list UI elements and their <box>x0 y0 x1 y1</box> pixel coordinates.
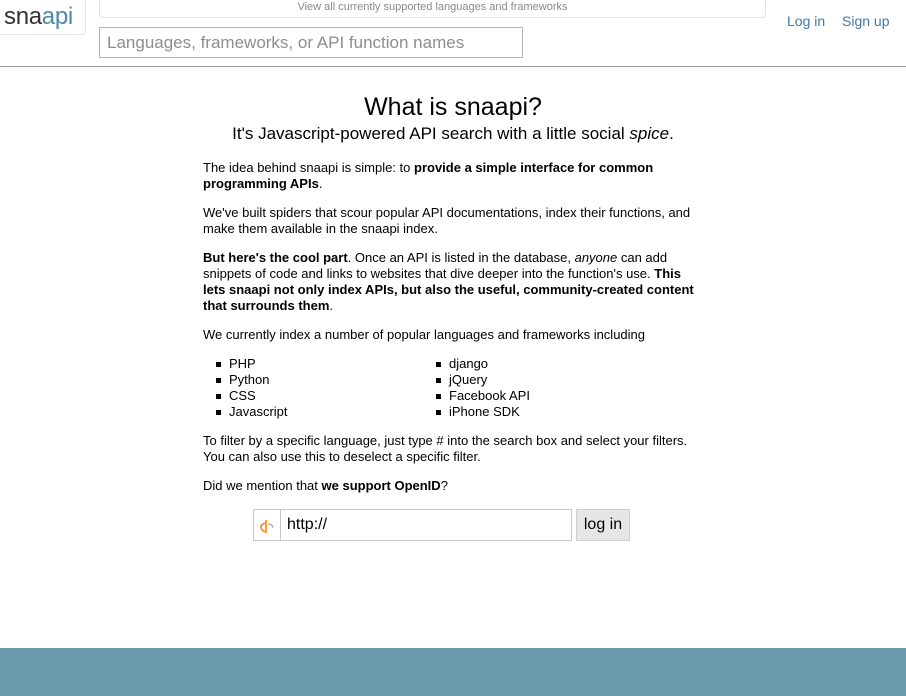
about-content: The idea behind snaapi is simple: to pro… <box>203 160 703 507</box>
openid-login-form: log in <box>253 509 633 541</box>
language-list-right: django jQuery Facebook API iPhone SDK <box>423 356 530 420</box>
language-item: Python <box>203 372 288 388</box>
openid-end: ? <box>440 478 448 493</box>
subtitle-text: It's Javascript-powered API search with … <box>232 124 630 143</box>
language-item: iPhone SDK <box>423 404 530 420</box>
page-title: What is snaapi? <box>364 93 542 121</box>
api-search-input[interactable] <box>99 27 523 58</box>
language-lists: PHP Python CSS Javascript django jQuery … <box>203 356 703 420</box>
cool-part-paragraph: But here's the cool part. Once an API is… <box>203 250 703 314</box>
cool-part-heading: But here's the cool part <box>203 250 348 265</box>
language-item: jQuery <box>423 372 530 388</box>
site-footer <box>0 648 906 696</box>
logo-text-sna: sna <box>4 3 42 30</box>
subtitle-period: . <box>669 124 674 143</box>
intro-text: The idea behind snaapi is simple: to <box>203 160 415 175</box>
language-item: Javascript <box>203 404 288 420</box>
openid-icon <box>253 509 280 541</box>
site-header: snaapi View all currently supported lang… <box>0 0 906 67</box>
openid-paragraph: Did we mention that we support OpenID? <box>203 478 703 494</box>
openid-bold: we support OpenID <box>321 478 441 493</box>
signup-link[interactable]: Sign up <box>842 13 889 29</box>
language-item: CSS <box>203 388 288 404</box>
language-list-left: PHP Python CSS Javascript <box>203 356 288 420</box>
openid-url-input[interactable] <box>280 509 572 541</box>
cool-part-end: . <box>329 298 334 313</box>
intro-paragraph: The idea behind snaapi is simple: to pro… <box>203 160 703 192</box>
openid-text: Did we mention that <box>203 478 322 493</box>
openid-login-button[interactable]: log in <box>576 509 630 541</box>
spiders-paragraph: We've built spiders that scour popular A… <box>203 205 691 236</box>
intro-end: . <box>318 176 323 191</box>
language-item: Facebook API <box>423 388 530 404</box>
subtitle-emphasis: spice <box>629 124 670 143</box>
supported-languages-link[interactable]: View all currently supported languages a… <box>99 0 766 18</box>
language-item: PHP <box>203 356 288 372</box>
cool-part-text-1: . Once an API is listed in the database, <box>347 250 575 265</box>
language-item: django <box>423 356 530 372</box>
site-logo[interactable]: snaapi <box>0 0 86 35</box>
cool-part-emphasis: anyone <box>574 250 618 265</box>
openid-logo-svg <box>260 520 274 533</box>
login-link[interactable]: Log in <box>787 13 825 29</box>
index-paragraph: We currently index a number of popular l… <box>203 327 646 342</box>
logo-text-api: api <box>41 3 73 30</box>
filter-paragraph: To filter by a specific language, just t… <box>203 433 688 464</box>
page-subtitle: It's Javascript-powered API search with … <box>0 124 906 144</box>
